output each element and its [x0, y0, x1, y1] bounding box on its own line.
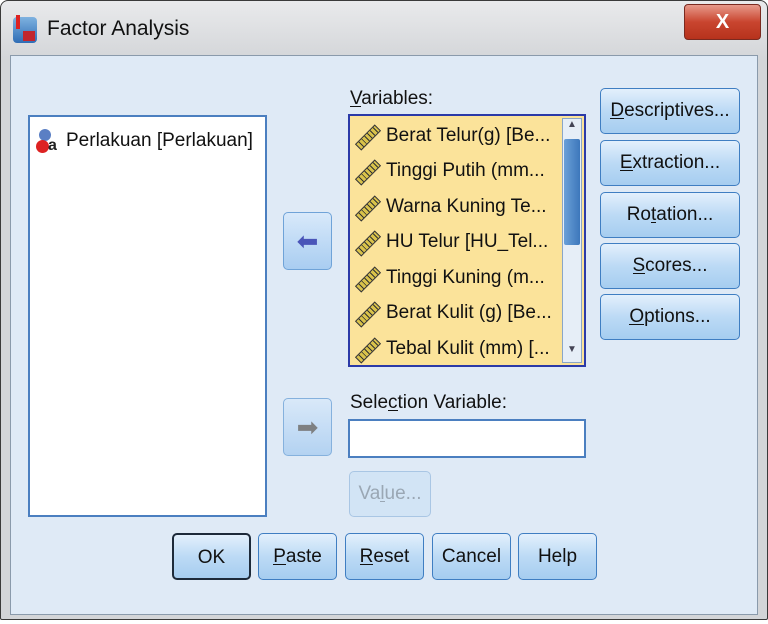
variable-label: Tinggi Kuning (m...	[386, 266, 545, 288]
scale-variable-icon	[356, 338, 378, 360]
options-button[interactable]: Options...	[600, 294, 740, 340]
scrollbar-thumb[interactable]	[564, 139, 580, 245]
list-item[interactable]: HU Telur [HU_Tel...	[350, 225, 562, 261]
cancel-button[interactable]: Cancel	[432, 533, 511, 580]
help-button[interactable]: Help	[518, 533, 597, 580]
move-to-selection-button[interactable]: ➡	[283, 398, 332, 456]
arrow-left-icon: ⬅	[296, 226, 319, 256]
variable-label: Warna Kuning Te...	[386, 195, 547, 217]
scale-variable-icon	[356, 302, 378, 324]
source-variable-list[interactable]: a Perlakuan [Perlakuan]	[28, 115, 267, 517]
scale-variable-icon	[356, 160, 378, 182]
spss-app-icon	[13, 15, 37, 43]
extraction-button[interactable]: Extraction...	[600, 140, 740, 186]
variables-label: Variables:	[350, 88, 434, 109]
variable-label: Tebal Kulit (mm) [...	[386, 337, 550, 359]
ok-button[interactable]: OK	[172, 533, 251, 580]
list-item[interactable]: Tinggi Putih (mm...	[350, 154, 562, 190]
scale-variable-icon	[356, 267, 378, 289]
scale-variable-icon	[356, 196, 378, 218]
variable-label: Berat Kulit (g) [Be...	[386, 302, 552, 324]
list-item[interactable]: Berat Telur(g) [Be...	[350, 118, 562, 154]
variable-label: Tinggi Putih (mm...	[386, 160, 545, 182]
reset-button[interactable]: Reset	[345, 533, 424, 580]
variable-label: Perlakuan [Perlakuan]	[66, 129, 253, 151]
variable-label: Berat Telur(g) [Be...	[386, 124, 551, 146]
paste-button[interactable]: Paste	[258, 533, 337, 580]
nominal-variable-icon: a	[36, 128, 62, 154]
arrow-right-icon: ➡	[296, 412, 319, 442]
list-item[interactable]: Tinggi Kuning (m...	[350, 260, 562, 296]
window-title: Factor Analysis	[47, 17, 190, 40]
rotation-button[interactable]: Rotation...	[600, 192, 740, 238]
variable-label: HU Telur [HU_Tel...	[386, 231, 549, 253]
list-item[interactable]: Berat Kulit (g) [Be...	[350, 296, 562, 332]
scale-variable-icon	[356, 125, 378, 147]
selection-variable-label: Selection Variable:	[350, 392, 508, 413]
variables-scrollbar[interactable]: ▲ ▼	[562, 118, 582, 363]
move-to-variables-button[interactable]: ⬅	[283, 212, 332, 270]
scroll-up-button[interactable]: ▲	[563, 119, 581, 137]
descriptives-button[interactable]: Descriptives...	[600, 88, 740, 134]
value-button[interactable]: Value...	[349, 471, 431, 517]
selection-variable-field[interactable]	[348, 419, 586, 458]
scores-button[interactable]: Scores...	[600, 243, 740, 289]
list-item[interactable]: Warna Kuning Te...	[350, 189, 562, 225]
list-item[interactable]: Tebal Kulit (mm) [...	[350, 331, 562, 367]
close-button[interactable]: X	[684, 4, 761, 40]
list-item[interactable]: a Perlakuan [Perlakuan]	[30, 123, 265, 159]
scroll-down-button[interactable]: ▼	[563, 344, 581, 362]
variables-list[interactable]: Berat Telur(g) [Be... Tinggi Putih (mm...…	[348, 114, 586, 367]
scale-variable-icon	[356, 231, 378, 253]
